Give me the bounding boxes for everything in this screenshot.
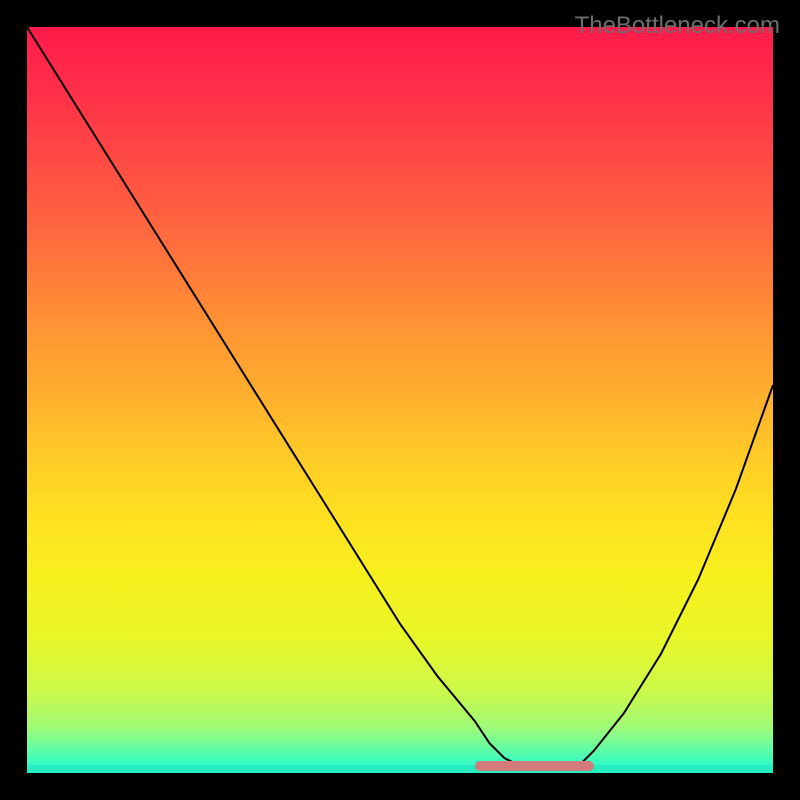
bottleneck-curve-svg xyxy=(27,27,773,773)
watermark-text: TheBottleneck.com xyxy=(575,12,780,40)
chart-plot-area xyxy=(27,27,773,773)
curve-path xyxy=(27,27,773,769)
optimal-range-highlight xyxy=(475,761,594,771)
